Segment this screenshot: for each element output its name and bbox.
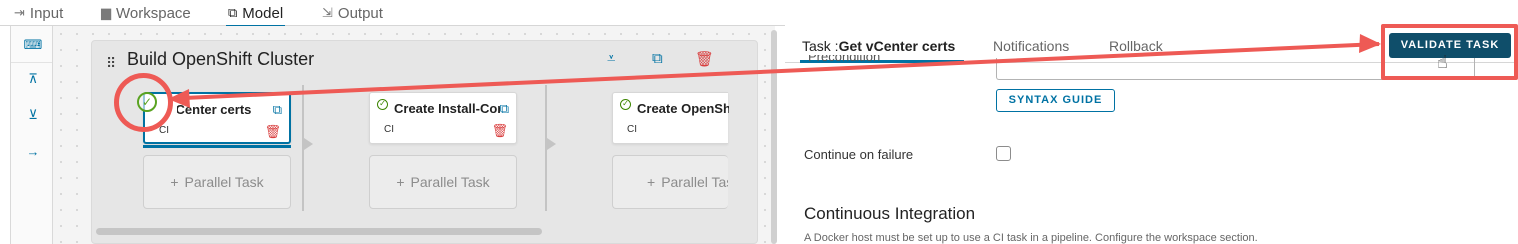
annotation-arrow-line [183,42,1380,100]
annotation-circle [114,73,173,132]
annotation-highlight-box [1381,24,1518,80]
annotation-layer [168,34,1381,108]
annotation-arrowhead-right [1359,34,1381,53]
